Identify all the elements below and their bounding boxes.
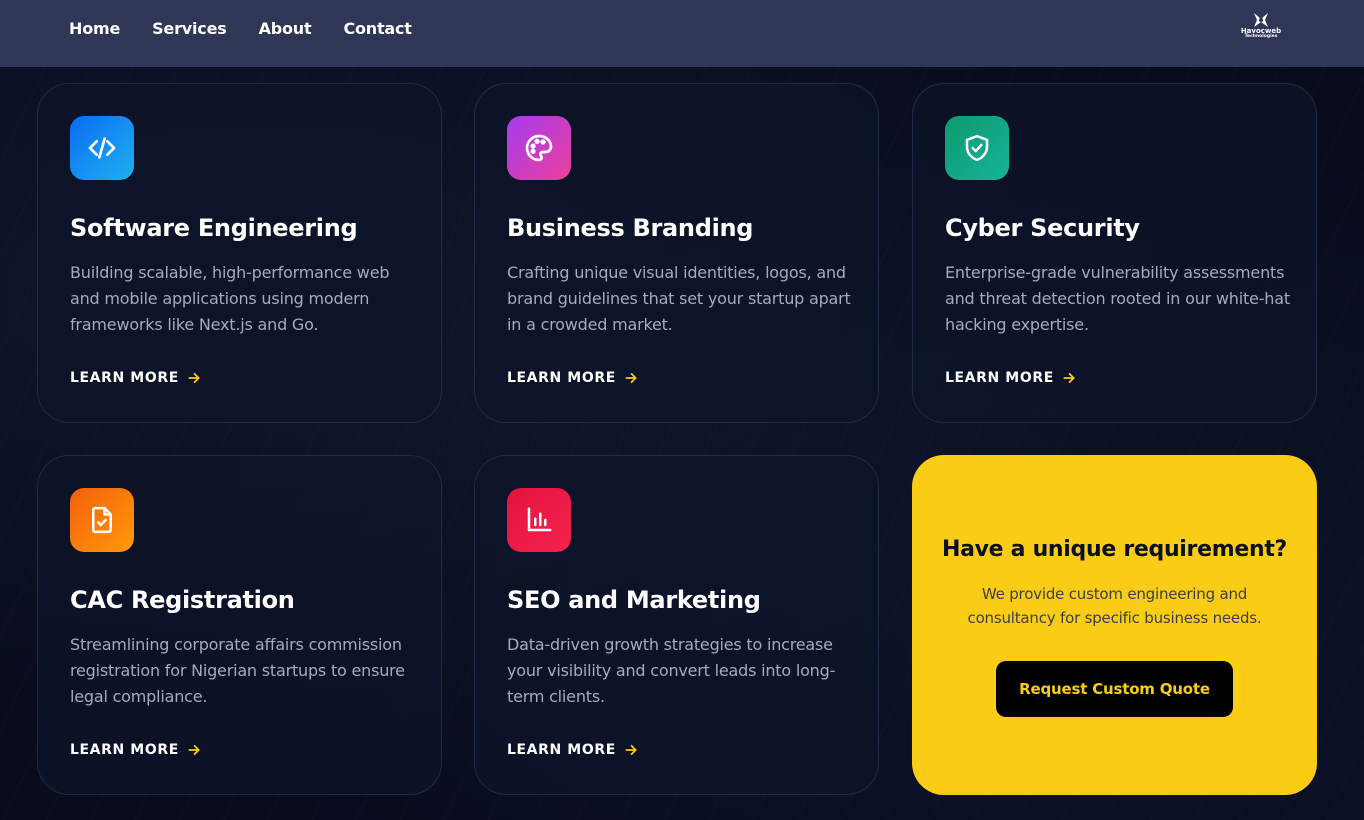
nav-contact-link[interactable]: Contact: [343, 19, 412, 38]
learn-more-label: LEARN MORE: [507, 370, 616, 386]
service-card-cyber-security: Cyber Security Enterprise-grade vulnerab…: [912, 83, 1317, 423]
learn-more-label: LEARN MORE: [70, 370, 179, 386]
code-icon: [88, 137, 116, 159]
learn-more-label: LEARN MORE: [70, 742, 179, 758]
nav-services-link[interactable]: Services: [152, 19, 227, 38]
arrow-right-icon: [1063, 373, 1075, 383]
top-navbar: Home Services About Contact Havocweb Tec…: [0, 0, 1364, 67]
arrow-right-icon: [625, 745, 637, 755]
cta-title: Have a unique requirement?: [941, 537, 1288, 562]
card-title: Software Engineering: [70, 214, 358, 242]
branding-icon-box: [507, 116, 571, 180]
learn-more-link[interactable]: LEARN MORE: [945, 370, 1076, 386]
card-title: Business Branding: [507, 214, 754, 242]
service-card-cac-registration: CAC Registration Streamlining corporate …: [37, 455, 442, 795]
bar-chart-icon: [527, 507, 552, 532]
logo-mark-icon: [1254, 13, 1268, 27]
card-description: Data-driven growth strategies to increas…: [507, 635, 836, 706]
nav-about-link[interactable]: About: [259, 19, 312, 38]
request-quote-button[interactable]: Request Custom Quote: [996, 661, 1233, 717]
seo-icon-box: [507, 488, 571, 552]
cta-description: We provide custom engineering and consul…: [967, 585, 1262, 627]
service-card-software-engineering: Software Engineering Building scalable, …: [37, 83, 442, 423]
learn-more-link[interactable]: LEARN MORE: [507, 370, 638, 386]
card-description: Enterprise-grade vulnerability assessmen…: [945, 263, 1290, 334]
card-title: Cyber Security: [945, 214, 1140, 242]
brand-logo[interactable]: Havocweb Technologies: [1236, 12, 1286, 44]
file-check-icon: [92, 506, 112, 534]
card-title: SEO and Marketing: [507, 586, 761, 614]
service-card-seo-marketing: SEO and Marketing Data-driven growth str…: [474, 455, 879, 795]
security-icon-box: [945, 116, 1009, 180]
card-description: Streamlining corporate affairs commissio…: [70, 635, 405, 706]
learn-more-label: LEARN MORE: [945, 370, 1054, 386]
card-title: CAC Registration: [70, 586, 295, 614]
learn-more-link[interactable]: LEARN MORE: [70, 742, 201, 758]
arrow-right-icon: [625, 373, 637, 383]
palette-icon: [525, 134, 553, 162]
learn-more-link[interactable]: LEARN MORE: [70, 370, 201, 386]
card-description: Building scalable, high-performance web …: [70, 263, 390, 334]
nav-home-link[interactable]: Home: [69, 19, 120, 38]
arrow-right-icon: [188, 745, 200, 755]
card-description: Crafting unique visual identities, logos…: [507, 263, 851, 334]
service-card-business-branding: Business Branding Crafting unique visual…: [474, 83, 879, 423]
software-icon-box: [70, 116, 134, 180]
learn-more-label: LEARN MORE: [507, 742, 616, 758]
cac-icon-box: [70, 488, 134, 552]
custom-requirement-cta: Have a unique requirement? We provide cu…: [912, 455, 1317, 795]
learn-more-link[interactable]: LEARN MORE: [507, 742, 638, 758]
main-nav: Home Services About Contact: [69, 0, 412, 56]
arrow-right-icon: [188, 373, 200, 383]
shield-check-icon: [965, 134, 989, 162]
